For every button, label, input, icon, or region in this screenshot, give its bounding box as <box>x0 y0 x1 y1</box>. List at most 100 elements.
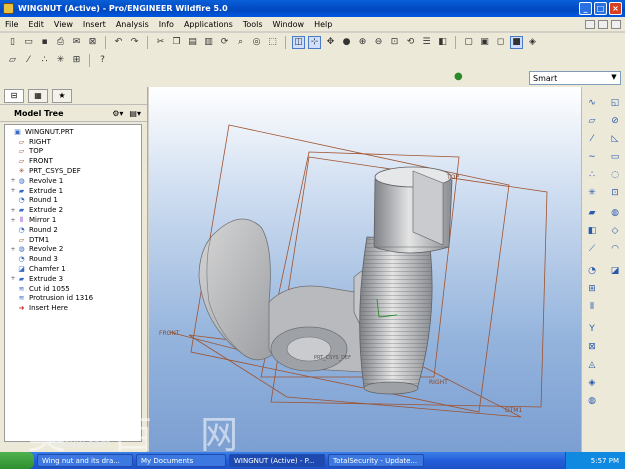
redo-icon[interactable]: ↷ <box>128 36 141 49</box>
round-tool-icon[interactable]: ◔ <box>586 265 598 277</box>
thicken-tool-icon[interactable]: ◈ <box>586 377 598 389</box>
favorites-tab-icon[interactable]: ★ <box>52 88 72 103</box>
tree-item[interactable]: + ▰ Extrude 1 <box>5 186 141 196</box>
reorient-icon[interactable]: ⟲ <box>404 36 417 49</box>
enhanced-realism-icon[interactable]: ◈ <box>526 36 539 49</box>
expand-icon[interactable]: + <box>9 246 17 253</box>
datum-axis-tool-icon[interactable]: ⊘ <box>609 115 621 127</box>
layers-icon[interactable]: ◧ <box>436 36 449 49</box>
doc-restore-button[interactable] <box>598 19 608 29</box>
zoom-in-icon[interactable]: ⊕ <box>356 36 369 49</box>
context-help-icon[interactable]: ? <box>96 54 109 67</box>
hidden-line-icon[interactable]: ▣ <box>478 36 491 49</box>
analysis-tool-icon[interactable]: ⊡ <box>609 187 621 199</box>
saved-views-icon[interactable]: ☰ <box>420 36 433 49</box>
tree-item[interactable]: ▱ FRONT <box>5 156 141 166</box>
solidify-tool-icon[interactable]: ◍ <box>586 395 598 407</box>
close-button[interactable]: × <box>609 2 622 15</box>
tree-item[interactable]: ◔ Round 2 <box>5 225 141 235</box>
maximize-button[interactable]: □ <box>594 2 607 15</box>
taskbar-item-totalsecurity[interactable]: TotalSecurity - Update... <box>328 454 424 467</box>
copy-icon[interactable]: ❐ <box>170 36 183 49</box>
regenerate-icon[interactable]: ⟳ <box>218 36 231 49</box>
point-tool-icon[interactable]: ∴ <box>586 169 598 181</box>
curve-tool-icon[interactable]: ◺ <box>609 133 621 145</box>
chamfer-tool-icon[interactable]: ◪ <box>609 265 621 277</box>
spin-center-icon[interactable]: ⊹ <box>308 35 321 49</box>
pattern-tool-icon[interactable]: ⊞ <box>586 283 598 295</box>
hole-tool-icon[interactable]: ◧ <box>586 225 598 237</box>
binoculars-icon[interactable]: ◎ <box>250 36 263 49</box>
tree-item[interactable]: + ▰ Extrude 2 <box>5 205 141 215</box>
menu-info[interactable]: Info <box>154 20 179 29</box>
tree-item[interactable]: ◪ Chamfer 1 <box>5 264 141 274</box>
tree-settings-icon[interactable]: ⚙▾ <box>112 109 123 118</box>
annotation-display-icon[interactable]: ⊞ <box>70 54 83 67</box>
menu-help[interactable]: Help <box>309 20 337 29</box>
folder-browser-tab-icon[interactable]: ▦ <box>28 88 48 103</box>
feature-menu-icon[interactable]: ◌ <box>609 169 621 181</box>
tree-item[interactable]: ◔ Round 3 <box>5 254 141 264</box>
wing-left[interactable] <box>198 218 280 361</box>
taskbar-item-wingnut-drawing[interactable]: Wing nut and its dra... <box>37 454 133 467</box>
tree-item[interactable]: ➜ Insert Here <box>5 303 141 313</box>
datum-plane-display-icon[interactable]: ▱ <box>6 54 19 67</box>
start-button[interactable] <box>0 452 34 469</box>
datum-axis-display-icon[interactable]: ⁄ <box>22 54 35 67</box>
curve-sketch-icon[interactable]: ∼ <box>586 151 598 163</box>
paste-special-icon[interactable]: ▥ <box>202 36 215 49</box>
menu-file[interactable]: File <box>0 20 23 29</box>
doc-close-button[interactable] <box>611 19 621 29</box>
menu-insert[interactable]: Insert <box>78 20 111 29</box>
new-file-icon[interactable]: ▯ <box>6 36 19 49</box>
tree-item[interactable]: ◔ Round 1 <box>5 196 141 206</box>
csys-tool-icon[interactable]: ✳ <box>586 187 598 199</box>
doc-minimize-button[interactable] <box>585 19 595 29</box>
email-icon[interactable]: ✉ <box>70 36 83 49</box>
menu-applications[interactable]: Applications <box>179 20 238 29</box>
graphics-window[interactable]: TOP FRONT DTM1 RIGHT PRT_CSYS_DEF <box>149 87 581 452</box>
shell-tool-icon[interactable]: ◇ <box>609 225 621 237</box>
mirror-tool-icon[interactable]: ⫴ <box>586 301 598 313</box>
save-icon[interactable]: ▪ <box>38 36 51 49</box>
repaint-icon[interactable]: ◫ <box>292 35 305 49</box>
tree-item[interactable]: + ◍ Revolve 1 <box>5 176 141 186</box>
shading-icon[interactable]: ● <box>340 36 353 49</box>
expand-icon[interactable]: + <box>9 275 17 282</box>
datum-plane-tool-icon[interactable]: ▱ <box>586 115 598 127</box>
undo-icon[interactable]: ↶ <box>112 36 125 49</box>
taskbar-item-my-documents[interactable]: My Documents <box>136 454 226 467</box>
draft-tool-icon[interactable]: ◠ <box>609 243 621 255</box>
menu-analysis[interactable]: Analysis <box>111 20 154 29</box>
rect-tool-icon[interactable]: ▭ <box>609 151 621 163</box>
offset-tool-icon[interactable]: ◬ <box>586 359 598 371</box>
tree-item[interactable]: ▱ RIGHT <box>5 137 141 147</box>
cut-icon[interactable]: ✂ <box>154 36 167 49</box>
menu-window[interactable]: Window <box>268 20 310 29</box>
open-folder-icon[interactable]: ▭ <box>22 36 35 49</box>
merge-tool-icon[interactable]: Y <box>586 323 598 335</box>
menu-tools[interactable]: Tools <box>238 20 268 29</box>
tree-item[interactable]: + ▰ Extrude 3 <box>5 274 141 284</box>
selection-filter-select[interactable]: Smart ▼ <box>529 71 621 85</box>
paste-icon[interactable]: ▤ <box>186 36 199 49</box>
sketch-icon[interactable]: ∿ <box>586 97 598 109</box>
print-icon[interactable]: ⎙ <box>54 36 67 49</box>
minimize-button[interactable]: _ <box>579 2 592 15</box>
wireframe-icon[interactable]: ▢ <box>462 36 475 49</box>
tree-item[interactable]: ✳ PRT_CSYS_DEF <box>5 166 141 176</box>
tree-item[interactable]: ▱ DTM1 <box>5 235 141 245</box>
tree-item[interactable]: ▣ WINGNUT.PRT <box>5 127 141 137</box>
tree-item[interactable]: + ⫴ Mirror 1 <box>5 215 141 225</box>
tree-item[interactable]: ≋ Protrusion id 1316 <box>5 294 141 304</box>
menu-edit[interactable]: Edit <box>23 20 49 29</box>
part-model-view[interactable]: TOP FRONT DTM1 RIGHT PRT_CSYS_DEF <box>149 87 581 452</box>
tree-item[interactable]: + ◍ Revolve 2 <box>5 245 141 255</box>
refit-icon[interactable]: ⊡ <box>388 36 401 49</box>
tree-item[interactable]: ≋ Cut id 1055 <box>5 284 141 294</box>
no-hidden-icon[interactable]: ◻ <box>494 36 507 49</box>
tree-show-icon[interactable]: ▤▾ <box>129 109 141 118</box>
datum-point-display-icon[interactable]: ∴ <box>38 54 51 67</box>
close-window-icon[interactable]: ⊠ <box>86 36 99 49</box>
rib-tool-icon[interactable]: ⟋ <box>586 243 598 255</box>
